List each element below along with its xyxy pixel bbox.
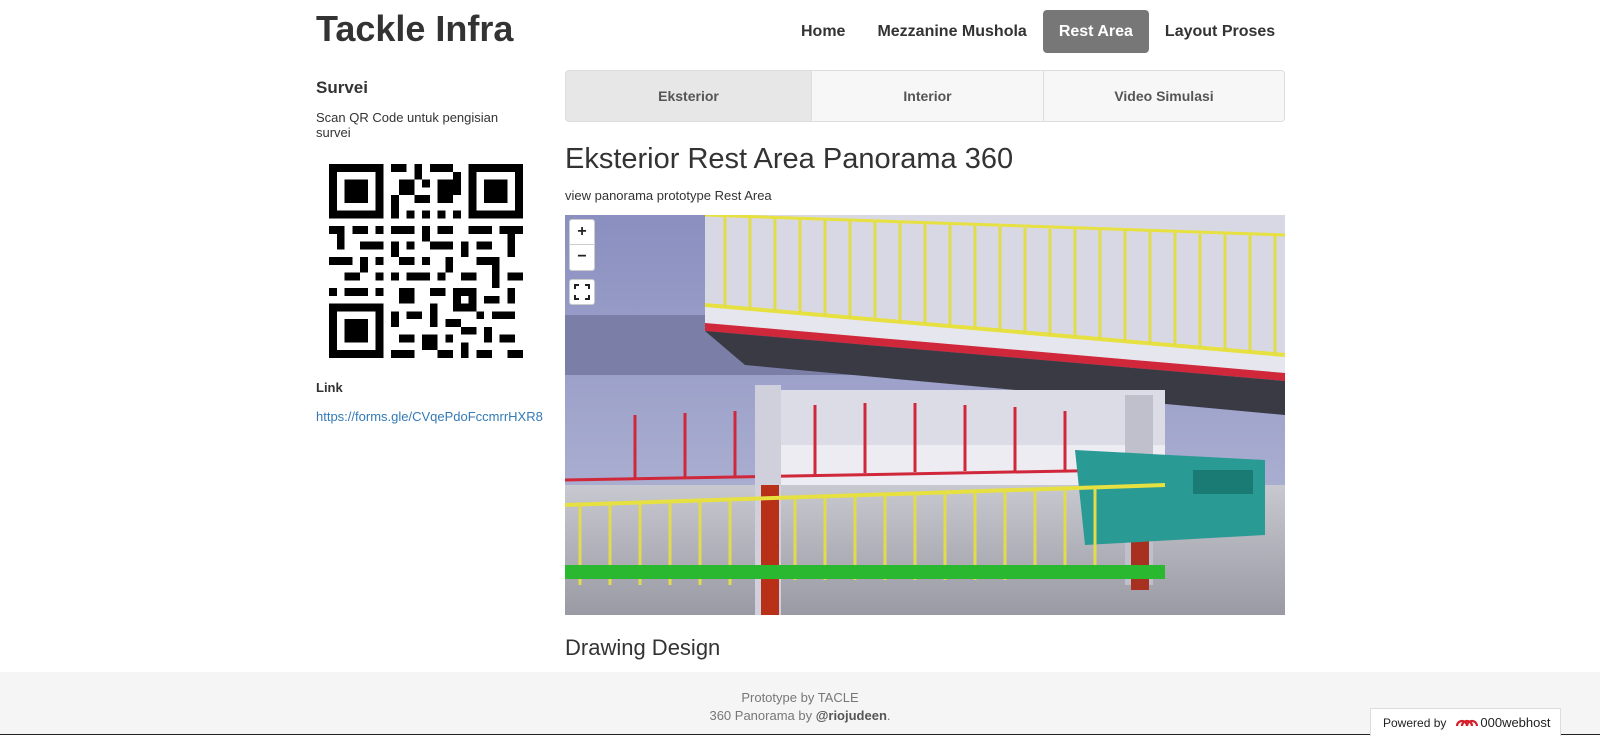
- page-subtitle: view panorama prototype Rest Area: [565, 188, 772, 203]
- footer-panorama-credit: 360 Panorama by @riojudeen.: [709, 708, 891, 723]
- fullscreen-button[interactable]: [569, 279, 595, 305]
- fullscreen-icon: [574, 284, 590, 300]
- nav-mezzanine-mushola[interactable]: Mezzanine Mushola: [861, 10, 1042, 53]
- survey-description: Scan QR Code untuk pengisian survei: [316, 110, 499, 140]
- webhost-logo-icon: [1456, 719, 1479, 726]
- hosting-badge[interactable]: Powered by 000webhost: [1370, 708, 1561, 736]
- survey-link[interactable]: https://forms.gle/CVqePdoFccmrrHXR8: [316, 409, 543, 424]
- page-title: Eksterior Rest Area Panorama 360: [565, 143, 1014, 175]
- brand-title[interactable]: Tackle Infra: [316, 8, 513, 50]
- survey-title: Survei: [316, 78, 368, 97]
- main-nav: Home Mezzanine Mushola Rest Area Layout …: [785, 10, 1291, 53]
- view-tabs: Eksterior Interior Video Simulasi: [565, 70, 1285, 122]
- footer-credit: Prototype by TACLE: [741, 690, 859, 705]
- author-handle[interactable]: @riojudeen: [816, 708, 887, 723]
- panorama-image[interactable]: [565, 215, 1285, 615]
- footer: Prototype by TACLE 360 Panorama by @rioj…: [0, 672, 1600, 735]
- zoom-out-button[interactable]: −: [569, 245, 595, 271]
- tab-eksterior[interactable]: Eksterior: [566, 71, 812, 121]
- tab-interior[interactable]: Interior: [812, 71, 1044, 121]
- qr-code-icon: [329, 164, 523, 358]
- panorama-viewer[interactable]: + −: [565, 215, 1285, 615]
- badge-prefix: Powered by: [1383, 715, 1447, 730]
- link-label: Link: [316, 380, 343, 395]
- nav-rest-area[interactable]: Rest Area: [1042, 10, 1149, 53]
- sidebar: Survei Scan QR Code untuk pengisian surv…: [316, 78, 556, 424]
- zoom-in-button[interactable]: +: [569, 219, 595, 245]
- tab-video-simulasi[interactable]: Video Simulasi: [1044, 71, 1284, 121]
- badge-host-name: 000webhost: [1480, 715, 1551, 730]
- nav-layout-proses[interactable]: Layout Proses: [1149, 10, 1291, 53]
- section-title-drawing-design: Drawing Design: [565, 635, 721, 660]
- nav-home[interactable]: Home: [785, 10, 861, 53]
